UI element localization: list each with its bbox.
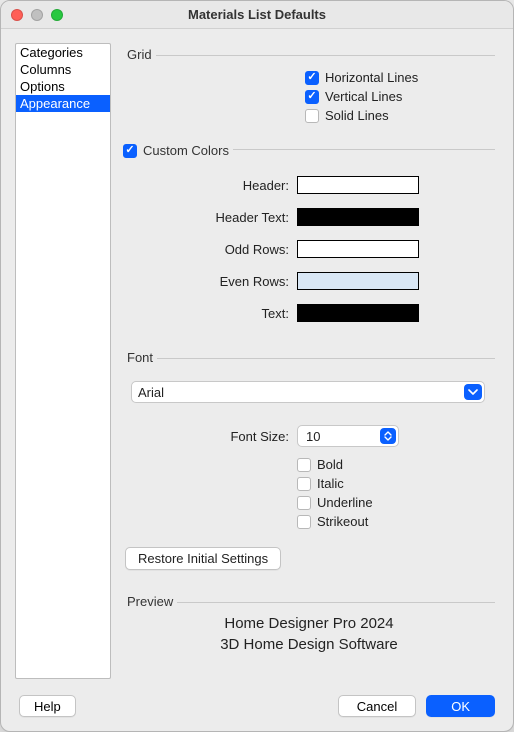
group-custom-colors: Custom Colors Header: Header Text: Odd R…	[123, 141, 495, 336]
check-icon	[297, 515, 311, 529]
dialog-window: Materials List Defaults Categories Colum…	[0, 0, 514, 732]
label-header-text-color: Header Text:	[137, 210, 289, 225]
checkbox-label: Bold	[317, 457, 343, 472]
main-panel: Grid Horizontal Lines Vertical Lines	[123, 43, 499, 681]
preview-line-2: 3D Home Design Software	[143, 634, 475, 655]
checkbox-underline[interactable]: Underline	[297, 495, 485, 510]
checkbox-label: Underline	[317, 495, 373, 510]
cancel-button[interactable]: Cancel	[338, 695, 416, 717]
titlebar: Materials List Defaults	[1, 1, 513, 29]
checkbox-italic[interactable]: Italic	[297, 476, 485, 491]
group-font-title: Font	[123, 350, 157, 365]
checkbox-label: Strikeout	[317, 514, 368, 529]
check-icon	[297, 496, 311, 510]
content-area: Categories Columns Options Appearance Gr…	[1, 29, 513, 689]
label-odd-rows-color: Odd Rows:	[137, 242, 289, 257]
zoom-window-icon[interactable]	[51, 9, 63, 21]
check-icon	[305, 71, 319, 85]
font-family-value: Arial	[138, 385, 164, 400]
group-grid: Grid Horizontal Lines Vertical Lines	[123, 47, 495, 127]
check-icon	[305, 109, 319, 123]
swatch-even-rows[interactable]	[297, 272, 419, 290]
label-font-size: Font Size:	[123, 429, 289, 444]
checkbox-strikeout[interactable]: Strikeout	[297, 514, 485, 529]
swatch-header[interactable]	[297, 176, 419, 194]
check-icon	[123, 144, 137, 158]
font-size-value: 10	[306, 429, 320, 444]
close-window-icon[interactable]	[11, 9, 23, 21]
sidebar-item-appearance[interactable]: Appearance	[16, 95, 110, 112]
sidebar-item-categories[interactable]: Categories	[16, 44, 110, 61]
restore-initial-settings-button[interactable]: Restore Initial Settings	[125, 547, 281, 570]
group-preview: Preview Home Designer Pro 2024 3D Home D…	[123, 594, 495, 659]
checkbox-solid-lines[interactable]: Solid Lines	[305, 108, 485, 123]
checkbox-label: Vertical Lines	[325, 89, 402, 104]
checkbox-custom-colors[interactable]: Custom Colors	[123, 143, 229, 158]
swatch-text[interactable]	[297, 304, 419, 322]
window-title: Materials List Defaults	[1, 7, 513, 22]
checkbox-horizontal-lines[interactable]: Horizontal Lines	[305, 70, 485, 85]
group-preview-title: Preview	[123, 594, 177, 609]
checkbox-label: Custom Colors	[143, 143, 229, 158]
minimize-window-icon	[31, 9, 43, 21]
traffic-lights	[11, 9, 63, 21]
help-button[interactable]: Help	[19, 695, 76, 717]
sidebar: Categories Columns Options Appearance	[15, 43, 111, 679]
font-size-stepper[interactable]: 10	[297, 425, 399, 447]
dialog-footer: Help Cancel OK	[1, 689, 513, 731]
sidebar-item-columns[interactable]: Columns	[16, 61, 110, 78]
check-icon	[297, 458, 311, 472]
check-icon	[305, 90, 319, 104]
label-header-color: Header:	[137, 178, 289, 193]
swatch-odd-rows[interactable]	[297, 240, 419, 258]
preview-line-1: Home Designer Pro 2024	[143, 613, 475, 634]
checkbox-bold[interactable]: Bold	[297, 457, 485, 472]
checkbox-label: Solid Lines	[325, 108, 389, 123]
label-even-rows-color: Even Rows:	[137, 274, 289, 289]
checkbox-vertical-lines[interactable]: Vertical Lines	[305, 89, 485, 104]
font-family-select[interactable]: Arial	[131, 381, 485, 403]
ok-button[interactable]: OK	[426, 695, 495, 717]
checkbox-label: Horizontal Lines	[325, 70, 418, 85]
sidebar-item-options[interactable]: Options	[16, 78, 110, 95]
checkbox-label: Italic	[317, 476, 344, 491]
swatch-header-text[interactable]	[297, 208, 419, 226]
group-font: Font Arial Font Size: 10	[123, 350, 495, 570]
label-text-color: Text:	[137, 306, 289, 321]
stepper-arrows-icon	[380, 428, 396, 444]
chevron-down-icon	[464, 384, 482, 400]
check-icon	[297, 477, 311, 491]
group-grid-title: Grid	[123, 47, 156, 62]
